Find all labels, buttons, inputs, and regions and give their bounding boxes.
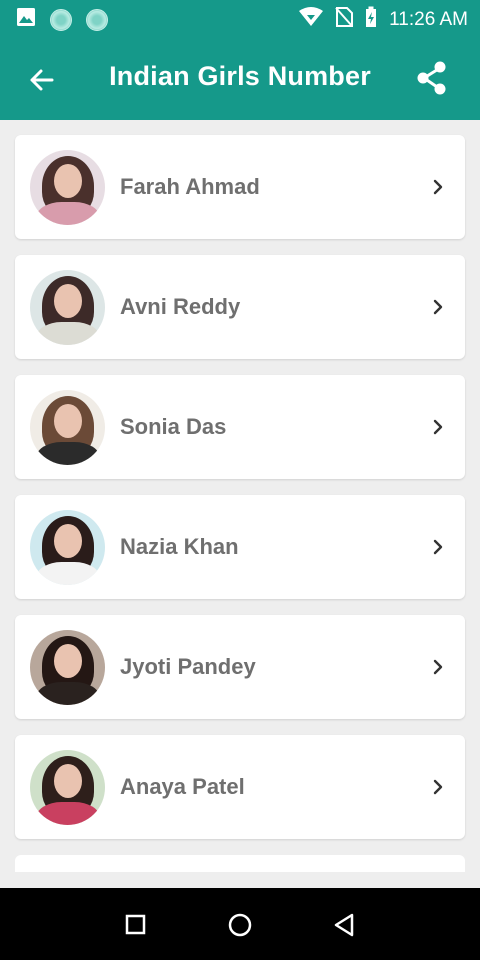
status-time: 11:26 AM — [389, 9, 468, 30]
recents-button[interactable] — [121, 910, 151, 940]
avatar — [30, 630, 105, 705]
chevron-right-icon — [433, 419, 443, 435]
avatar — [30, 390, 105, 465]
avatar — [30, 510, 105, 585]
avatar — [30, 270, 105, 345]
back-triangle-icon — [334, 913, 354, 937]
home-button[interactable] — [225, 910, 255, 940]
contact-name: Nazia Khan — [120, 534, 239, 559]
chevron-right-icon — [433, 539, 443, 555]
avatar-face — [54, 644, 82, 678]
avatar-body — [36, 442, 100, 465]
share-button[interactable] — [412, 58, 452, 98]
contact-card[interactable]: Sonia Das — [15, 375, 465, 479]
contact-card-partial[interactable] — [15, 855, 465, 872]
avatar-face — [54, 524, 82, 558]
contact-name: Sonia Das — [120, 414, 227, 439]
share-icon — [417, 61, 446, 95]
chevron-right-icon — [433, 299, 443, 315]
system-back-button[interactable] — [330, 910, 360, 940]
contact-card[interactable]: Avni Reddy — [15, 255, 465, 359]
avatar-body — [36, 202, 100, 225]
system-nav-bar — [0, 888, 480, 960]
avatar-body — [36, 562, 100, 585]
avatar-face — [54, 764, 82, 798]
notification-dot-icon — [50, 9, 72, 31]
image-icon — [16, 7, 36, 33]
contact-card[interactable]: Jyoti Pandey — [15, 615, 465, 719]
home-circle-icon — [228, 913, 252, 937]
avatar — [30, 150, 105, 225]
avatar — [30, 750, 105, 825]
page-title: Indian Girls Number — [109, 61, 371, 91]
wifi-icon — [299, 7, 324, 33]
no-sim-icon — [335, 7, 354, 33]
contact-card[interactable]: Nazia Khan — [15, 495, 465, 599]
contact-name: Farah Ahmad — [120, 174, 260, 199]
app-bar: Indian Girls Number — [0, 36, 480, 120]
notification-dot-icon — [86, 9, 108, 31]
chevron-right-icon — [433, 179, 443, 195]
contact-name: Jyoti Pandey — [120, 654, 256, 679]
contact-name: Anaya Patel — [120, 774, 245, 799]
status-bar: 11:26 AM — [0, 0, 480, 36]
contact-list: Farah Ahmad Avni Reddy Sonia Das Nazia Khan… — [15, 135, 465, 872]
avatar-face — [54, 164, 82, 198]
chevron-right-icon — [433, 659, 443, 675]
avatar-body — [36, 802, 100, 825]
chevron-right-icon — [433, 779, 443, 795]
avatar-face — [54, 404, 82, 438]
contact-card[interactable]: Farah Ahmad — [15, 135, 465, 239]
contact-name: Avni Reddy — [120, 294, 241, 319]
battery-charging-icon — [365, 6, 377, 34]
avatar-body — [36, 322, 100, 345]
avatar-face — [54, 284, 82, 318]
header-background: 11:26 AM Indian Girls Number — [0, 0, 480, 120]
avatar-body — [36, 682, 100, 705]
recents-square-icon — [125, 914, 146, 935]
contact-card[interactable]: Anaya Patel — [15, 735, 465, 839]
